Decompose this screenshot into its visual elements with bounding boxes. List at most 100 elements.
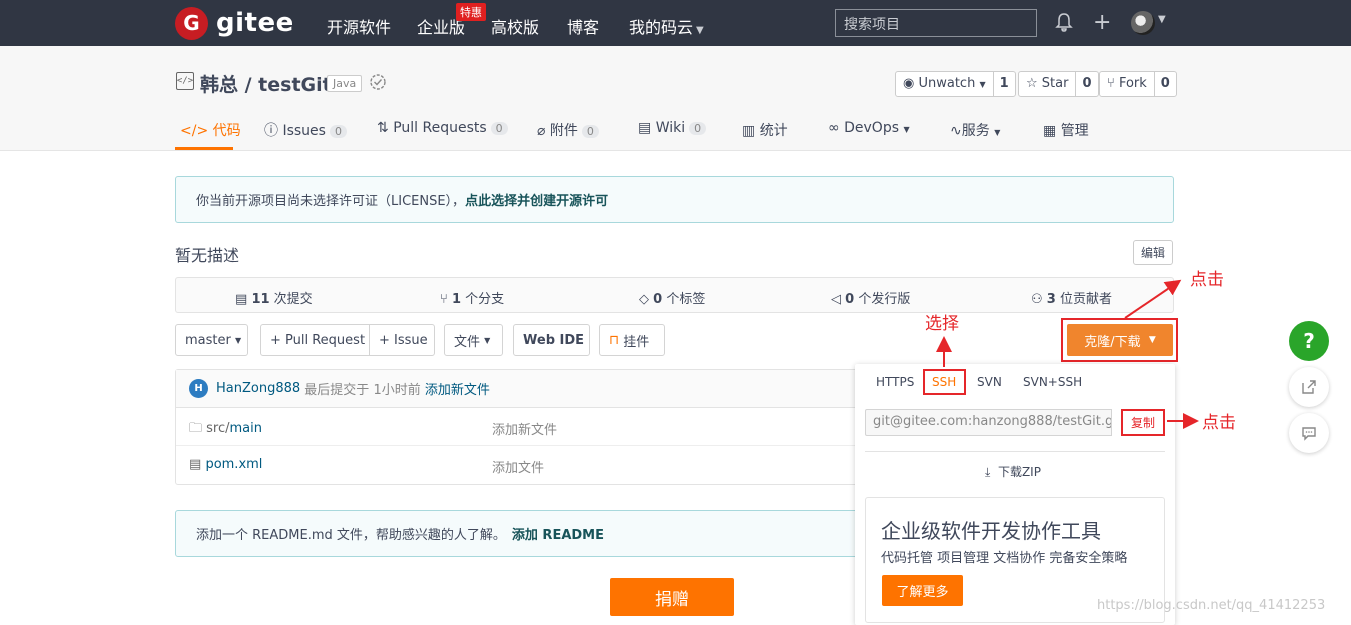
widget-button[interactable]: ⊓ 挂件 bbox=[599, 324, 665, 356]
branches-stat[interactable]: ⑂ 1 个分支 bbox=[440, 288, 504, 307]
download-zip-link[interactable]: ⤓ 下载ZIP bbox=[985, 463, 1041, 480]
release-icon: ◁ bbox=[831, 292, 841, 307]
widget-label: 挂件 bbox=[623, 334, 650, 350]
tab-statistics[interactable]: ▥ 统计 bbox=[742, 120, 788, 140]
tab-svn-ssh[interactable]: SVN+SSH bbox=[1023, 375, 1082, 389]
user-avatar[interactable] bbox=[1131, 11, 1155, 35]
commit-message[interactable]: 添加新文件 bbox=[425, 379, 490, 398]
tab-pull-requests[interactable]: ⇅ Pull Requests 0 bbox=[377, 120, 508, 136]
learn-more-button[interactable]: 了解更多 bbox=[882, 575, 963, 606]
table-row[interactable]: 🗀 src/main 添加新文件 bbox=[176, 408, 874, 446]
tab-manage-label: 管理 bbox=[1060, 123, 1089, 139]
plus-icon[interactable]: + bbox=[1093, 10, 1111, 35]
watch-button-group[interactable]: ◉ Unwatch ▼ 1 bbox=[895, 71, 1016, 97]
license-notice: 你当前开源项目尚未选择许可证（LICENSE）， 点此选择并创建开源许可 bbox=[175, 176, 1174, 223]
nav-blog[interactable]: 博客 bbox=[567, 14, 599, 38]
tab-pull-requests-label: Pull Requests bbox=[393, 120, 487, 136]
branch-select-label: master bbox=[185, 332, 231, 348]
tags-label: 个标签 bbox=[666, 292, 706, 307]
copy-button[interactable]: 复制 bbox=[1121, 409, 1165, 436]
tab-code[interactable]: </> 代码 bbox=[180, 120, 241, 140]
issue-button[interactable]: + Issue bbox=[369, 324, 435, 356]
tab-services[interactable]: ∿服务 ▼ bbox=[950, 120, 1000, 140]
annotation-select-ssh: 选择 bbox=[925, 314, 959, 334]
tab-attachments[interactable]: ⌀ 附件 0 bbox=[537, 120, 599, 140]
watch-count[interactable]: 1 bbox=[994, 72, 1015, 96]
last-commit-row: H HanZong888 最后提交于 1小时前 添加新文件 bbox=[176, 370, 874, 408]
releases-stat[interactable]: ◁ 0 个发行版 bbox=[831, 288, 910, 307]
chevron-down-icon[interactable]: ▼ bbox=[1158, 14, 1166, 25]
commits-icon: ▤ bbox=[235, 292, 248, 307]
gitee-logo[interactable]: G gitee bbox=[175, 6, 294, 40]
help-button[interactable]: ? bbox=[1289, 321, 1329, 361]
contributors-label: 位贡献者 bbox=[1059, 292, 1112, 307]
commit-time: 1小时前 bbox=[373, 383, 421, 398]
tab-manage[interactable]: ▦ 管理 bbox=[1043, 120, 1089, 140]
license-create-link[interactable]: 点此选择并创建开源许可 bbox=[465, 190, 608, 209]
share-icon[interactable] bbox=[1289, 367, 1329, 407]
file-name[interactable]: ▤ pom.xml bbox=[189, 457, 262, 472]
table-row[interactable]: ▤ pom.xml 添加文件 bbox=[176, 446, 874, 484]
fork-button[interactable]: ⑂ Fork bbox=[1100, 72, 1155, 96]
commit-author[interactable]: HanZong888 bbox=[216, 381, 300, 396]
file-menu-button[interactable]: 文件 ▼ bbox=[444, 324, 503, 356]
bell-icon[interactable] bbox=[1055, 12, 1073, 37]
infinity-icon: ∞ bbox=[828, 120, 840, 136]
branch-icon: ⑂ bbox=[440, 292, 448, 307]
nav-my-gitee[interactable]: 我的码云 ▼ bbox=[629, 14, 704, 38]
star-count[interactable]: 0 bbox=[1076, 72, 1097, 96]
star-button-group[interactable]: ☆ Star 0 bbox=[1018, 71, 1099, 97]
chevron-down-icon: ▼ bbox=[994, 128, 1001, 137]
pull-request-button[interactable]: + Pull Request bbox=[260, 324, 370, 356]
avatar[interactable]: H bbox=[189, 379, 208, 398]
folder-icon: 🗀 bbox=[189, 421, 203, 436]
branch-select[interactable]: master ▼ bbox=[175, 324, 248, 356]
chevron-down-icon: ▼ bbox=[234, 335, 242, 345]
license-notice-text: 你当前开源项目尚未选择许可证（LICENSE）， bbox=[196, 194, 466, 209]
nav-my-gitee-label: 我的码云 bbox=[629, 18, 694, 37]
nav-open-source[interactable]: 开源软件 bbox=[327, 14, 391, 38]
commits-stat[interactable]: ▤ 11 次提交 bbox=[235, 288, 313, 307]
nav-education[interactable]: 高校版 bbox=[491, 14, 539, 38]
repo-description: 暂无描述 bbox=[175, 246, 240, 265]
search-input[interactable]: 搜索项目 bbox=[835, 9, 1037, 37]
tab-wiki-count: 0 bbox=[689, 122, 707, 135]
file-name[interactable]: 🗀 src/main bbox=[189, 419, 262, 441]
paperclip-icon: ⌀ bbox=[537, 123, 546, 139]
tab-attachments-count: 0 bbox=[581, 125, 599, 138]
file-name-label: pom.xml bbox=[205, 457, 263, 472]
promo-subtitle: 代码托管 项目管理 文档协作 完备安全策略 bbox=[881, 551, 1128, 566]
fork-icon: ⑂ bbox=[1107, 76, 1115, 91]
add-readme-link[interactable]: 添加 README bbox=[512, 524, 604, 543]
divider bbox=[865, 451, 1165, 452]
commits-label: 次提交 bbox=[273, 292, 313, 307]
watch-label: Unwatch bbox=[918, 76, 976, 91]
donate-button[interactable]: 捐赠 bbox=[610, 578, 734, 616]
tab-issues[interactable]: ⓘ Issues 0 bbox=[264, 120, 347, 140]
tab-svn[interactable]: SVN bbox=[977, 375, 1002, 389]
file-commit-message[interactable]: 添加文件 bbox=[492, 457, 544, 476]
contributors-stat[interactable]: ⚇ 3 位贡献者 bbox=[1031, 288, 1112, 307]
tab-wiki[interactable]: ▤ Wiki 0 bbox=[638, 120, 707, 136]
clone-url-field[interactable]: git@gitee.com:hanzong888/testGit.git bbox=[865, 409, 1112, 436]
fork-count[interactable]: 0 bbox=[1155, 72, 1176, 96]
annotation-click-copy: 点击 bbox=[1202, 413, 1236, 433]
web-ide-button[interactable]: Web IDE bbox=[513, 324, 590, 356]
file-commit-message[interactable]: 添加新文件 bbox=[492, 419, 557, 438]
repo-title[interactable]: 韩总 / testGit bbox=[200, 70, 332, 97]
pulse-icon: ∿ bbox=[950, 123, 962, 139]
download-zip-label: 下载ZIP bbox=[997, 465, 1041, 479]
tab-https[interactable]: HTTPS bbox=[876, 375, 914, 389]
enterprise-badge: 特惠 bbox=[456, 3, 486, 21]
document-icon: ▦ bbox=[1043, 123, 1057, 139]
eye-icon: ◉ bbox=[903, 76, 915, 91]
annotation-highlight-box bbox=[923, 369, 966, 395]
star-button[interactable]: ☆ Star bbox=[1019, 72, 1077, 96]
watermark: https://blog.csdn.net/qq_41412253 bbox=[1097, 598, 1326, 613]
watch-button[interactable]: ◉ Unwatch ▼ bbox=[896, 72, 994, 96]
tags-stat[interactable]: ◇ 0 个标签 bbox=[639, 288, 705, 307]
tab-devops[interactable]: ∞ DevOps ▼ bbox=[828, 120, 910, 136]
chat-icon[interactable] bbox=[1289, 413, 1329, 453]
edit-description-button[interactable]: 编辑 bbox=[1133, 240, 1174, 265]
fork-button-group[interactable]: ⑂ Fork 0 bbox=[1099, 71, 1177, 97]
